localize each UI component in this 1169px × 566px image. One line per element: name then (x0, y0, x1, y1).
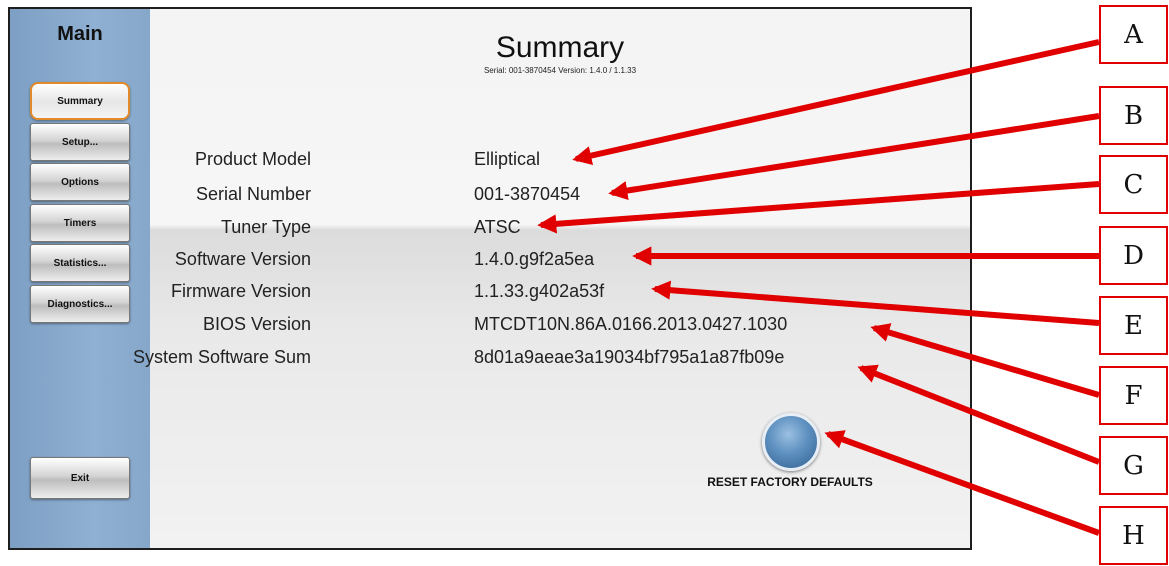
info-label: BIOS Version (202, 314, 311, 334)
callout-e: E (1099, 296, 1168, 355)
info-label: Firmware Version (170, 281, 311, 301)
sidebar-item-summary[interactable]: Summary (30, 82, 130, 120)
sidebar-item-timers[interactable]: Timers (30, 204, 130, 242)
info-value: 1.1.33.g402a53f (474, 281, 605, 301)
app-window: Main Summary Setup... Options Timers Sta… (8, 7, 972, 550)
info-value: ATSC (474, 217, 521, 237)
page-title: Summary (495, 31, 625, 64)
callout-h: H (1099, 506, 1168, 565)
info-label: Software Version (174, 249, 311, 269)
info-value: Elliptical (474, 149, 541, 169)
page-subtitle: Serial: 001-3870454 Version: 1.4.0 / 1.1… (483, 66, 637, 75)
info-value: 8d01a9aeae3a19034bf795a1a87fb09e (474, 347, 785, 367)
info-label: System Software Sum (132, 347, 311, 367)
sidebar: Main Summary Setup... Options Timers Sta… (10, 9, 150, 548)
callout-a: A (1099, 5, 1168, 64)
info-value: MTCDT10N.86A.0166.2013.0427.1030 (474, 314, 788, 334)
sidebar-item-setup[interactable]: Setup... (30, 123, 130, 161)
info-label: Tuner Type (220, 217, 311, 237)
reset-factory-defaults-label: RESET FACTORY DEFAULTS (707, 475, 873, 489)
sidebar-item-options[interactable]: Options (30, 163, 130, 201)
info-label: Product Model (194, 149, 311, 169)
callout-g: G (1099, 436, 1168, 495)
reset-factory-defaults-button[interactable] (762, 413, 820, 471)
callout-f: F (1099, 366, 1168, 425)
info-value: 1.4.0.g9f2a5ea (474, 249, 595, 269)
summary-panel: Summary Serial: 001-3870454 Version: 1.4… (133, 9, 970, 548)
sidebar-item-diagnostics[interactable]: Diagnostics... (30, 285, 130, 323)
callout-d: D (1099, 226, 1168, 285)
callout-b: B (1099, 86, 1168, 145)
sidebar-item-statistics[interactable]: Statistics... (30, 244, 130, 282)
exit-button[interactable]: Exit (30, 457, 130, 499)
info-value: 001-3870454 (474, 184, 581, 204)
info-label: Serial Number (195, 184, 311, 204)
callout-c: C (1099, 155, 1168, 214)
sidebar-title: Main (57, 23, 103, 45)
